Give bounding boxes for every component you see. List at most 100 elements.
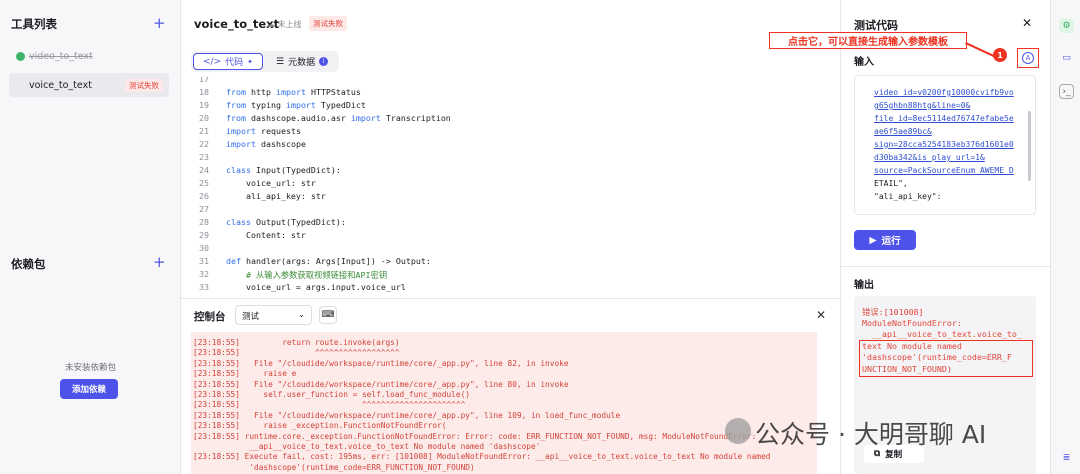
tool-item-voice-to-text[interactable]: voice_to_text 测试失败 (9, 73, 169, 97)
output-label: 输出 (854, 280, 874, 291)
code-line: voice_url = args.input.voice_url (226, 282, 406, 292)
add-dep-icon[interactable]: + (153, 255, 166, 270)
info-icon: i (319, 57, 329, 66)
tool-item-label: voice_to_text (29, 79, 92, 91)
annotation-badge: 1 (993, 48, 1007, 62)
input-line: sign=28cca5254183eb376d1601e0 (874, 140, 1014, 149)
line-number: 25 (199, 178, 209, 188)
line-number: 24 (199, 165, 209, 175)
deps-title: 依赖包 (11, 257, 46, 271)
right-rail: ⚙ ▭ ›_ ≣ (1050, 0, 1080, 474)
input-line: "ali_api_key": (874, 192, 942, 201)
console-line: [23:18:55] File "/cloudide/workspace/run… (193, 379, 569, 389)
wechat-icon (725, 418, 751, 444)
play-icon: ▶ (869, 234, 877, 246)
line-number: 18 (199, 87, 209, 97)
run-button[interactable]: ▶ 运行 (854, 230, 916, 250)
line-number: 29 (199, 230, 209, 240)
terminal-icon[interactable]: ›_ (1059, 84, 1074, 99)
line-number: 22 (199, 139, 209, 149)
output-line: ModuleNotFoundError: (862, 317, 962, 328)
close-icon[interactable]: ✕ (816, 308, 826, 322)
code-line: from typing import TypedDict (226, 100, 366, 110)
input-label: 输入 (854, 57, 874, 68)
console-line: __api__voice_to_text.voice_to_text No mo… (193, 442, 541, 451)
status-badge: 测试失败 (309, 16, 347, 31)
code-line: from dashscope.audio.asr import Transcri… (226, 113, 451, 123)
input-line: file_id=8ec5114ed76747efabe5e (874, 114, 1014, 123)
test-panel: 测试代码 ✕ 输入 video_id=v0200fg10000cvifb9vog… (840, 0, 1051, 474)
status-badge: 测试失败 (125, 78, 163, 92)
debug-icon[interactable]: ⚙ (1059, 18, 1074, 33)
watermark: 公众号 · 大明哥聊 AI (755, 420, 987, 449)
console-line: [23:18:55] File "/cloudide/workspace/run… (193, 410, 621, 420)
input-line: source=PackSourceEnum_AWEME_D (874, 166, 1014, 175)
divider (841, 266, 1051, 267)
plugin-icon (16, 51, 25, 61)
console-action-icon[interactable]: ⌨ (319, 306, 337, 324)
output-line: __api__voice_to_text.voice_to_ (862, 329, 1022, 339)
console-line: [23:18:55] raise _exception.FunctionNotF… (193, 421, 447, 431)
add-deps-button[interactable]: 添加依赖 (60, 379, 118, 399)
input-editor[interactable]: video_id=v0200fg10000cvifb9vo g65ghbn88ht… (854, 75, 1036, 215)
env-select[interactable]: 测试 ⌄ (235, 305, 312, 325)
input-line: ae6f5ae89bc& (874, 127, 932, 136)
console-line: [23:18:55] return route.invoke(args) (193, 338, 400, 347)
log-icon[interactable]: ≣ (1059, 450, 1074, 465)
deps-empty-text: 未安装依赖包 (64, 363, 116, 373)
sidebar: 工具列表 + video_to_text voice_to_text 测试失败 … (0, 0, 181, 474)
code-line: ali_api_key: str (226, 191, 326, 201)
input-line: video_id=v0200fg10000cvifb9vo (874, 88, 1014, 97)
test-panel-title: 测试代码 (854, 19, 898, 32)
generate-template-icon[interactable]: A (1022, 52, 1034, 64)
add-tool-icon[interactable]: + (153, 16, 166, 31)
editor-tabs: </> 代码 ✦ ☰ 元数据 i (191, 51, 340, 72)
console-line: [23:18:55] runtime.core._exception.Funct… (193, 431, 757, 441)
console-output[interactable]: [23:18:55] return route.invoke(args) [23:… (191, 332, 817, 474)
line-number: 30 (199, 243, 209, 253)
annotation-callout: 点击它，可以直接生成输入参数模板 (769, 32, 967, 49)
tool-item-video-to-text[interactable]: video_to_text (9, 44, 169, 68)
tab-metadata[interactable]: ☰ 元数据 i (267, 53, 337, 70)
line-number: 21 (199, 126, 209, 136)
code-line: Content: str (226, 230, 306, 240)
console-line: [23:18:55] raise e (193, 369, 297, 379)
tool-item-label: video_to_text (29, 50, 93, 62)
console-line: [23:18:55] Execute fail, cost: 195ms, er… (193, 452, 771, 462)
scrollbar[interactable] (1028, 111, 1031, 181)
console-line: [23:18:55] self.user_function = self.loa… (193, 390, 470, 399)
code-line: import dashscope (226, 139, 306, 149)
console-line: [23:18:55] ^^^^^^^^^^^^^^^^^^ (193, 348, 400, 358)
input-line: ETAIL", (874, 179, 908, 188)
line-number: 23 (199, 152, 209, 162)
tools-title: 工具列表 (11, 17, 57, 31)
code-editor[interactable]: 17 18 from http import HTTPStatus 19 from ty… (181, 77, 840, 295)
line-number: 20 (199, 113, 209, 123)
sparkle-icon: ✦ (247, 57, 254, 66)
code-line: class Output(TypedDict): (226, 217, 346, 227)
input-line: g65ghbn88htg&line=0& (874, 101, 971, 110)
output-error-highlight (859, 340, 1033, 377)
code-line: class Input(TypedDict): (226, 165, 341, 175)
line-number: 31 (199, 256, 209, 266)
code-line: import requests (226, 126, 301, 136)
sliders-icon: ☰ (276, 56, 285, 67)
app-root: 工具列表 + video_to_text voice_to_text 测试失败 … (0, 0, 1080, 474)
input-line: d30ba342&is_play_url=1& (874, 153, 985, 162)
line-number: 32 (199, 269, 209, 279)
code-line: # 从输入参数获取视频链接和API密钥 (226, 270, 388, 280)
console-title: 控制台 (194, 311, 226, 323)
close-icon[interactable]: ✕ (1022, 16, 1032, 30)
console-line: [23:18:55] File "/cloudide/workspace/run… (193, 358, 569, 368)
console-line: 'dashscope'(runtime_code=ERR_FUNCTION_NO… (193, 462, 475, 472)
monitor-icon[interactable]: ▭ (1059, 50, 1074, 65)
line-number: 17 (199, 77, 209, 84)
line-number: 27 (199, 204, 209, 214)
tab-code[interactable]: </> 代码 ✦ (193, 53, 264, 70)
output-line: 错误:[101008] (862, 307, 924, 317)
code-line: voice_url: str (226, 178, 316, 188)
line-number: 26 (199, 191, 209, 201)
line-number: 33 (199, 282, 209, 292)
code-line: def handler(args: Args[Input]) -> Output… (226, 256, 431, 266)
line-number: 28 (199, 217, 209, 227)
